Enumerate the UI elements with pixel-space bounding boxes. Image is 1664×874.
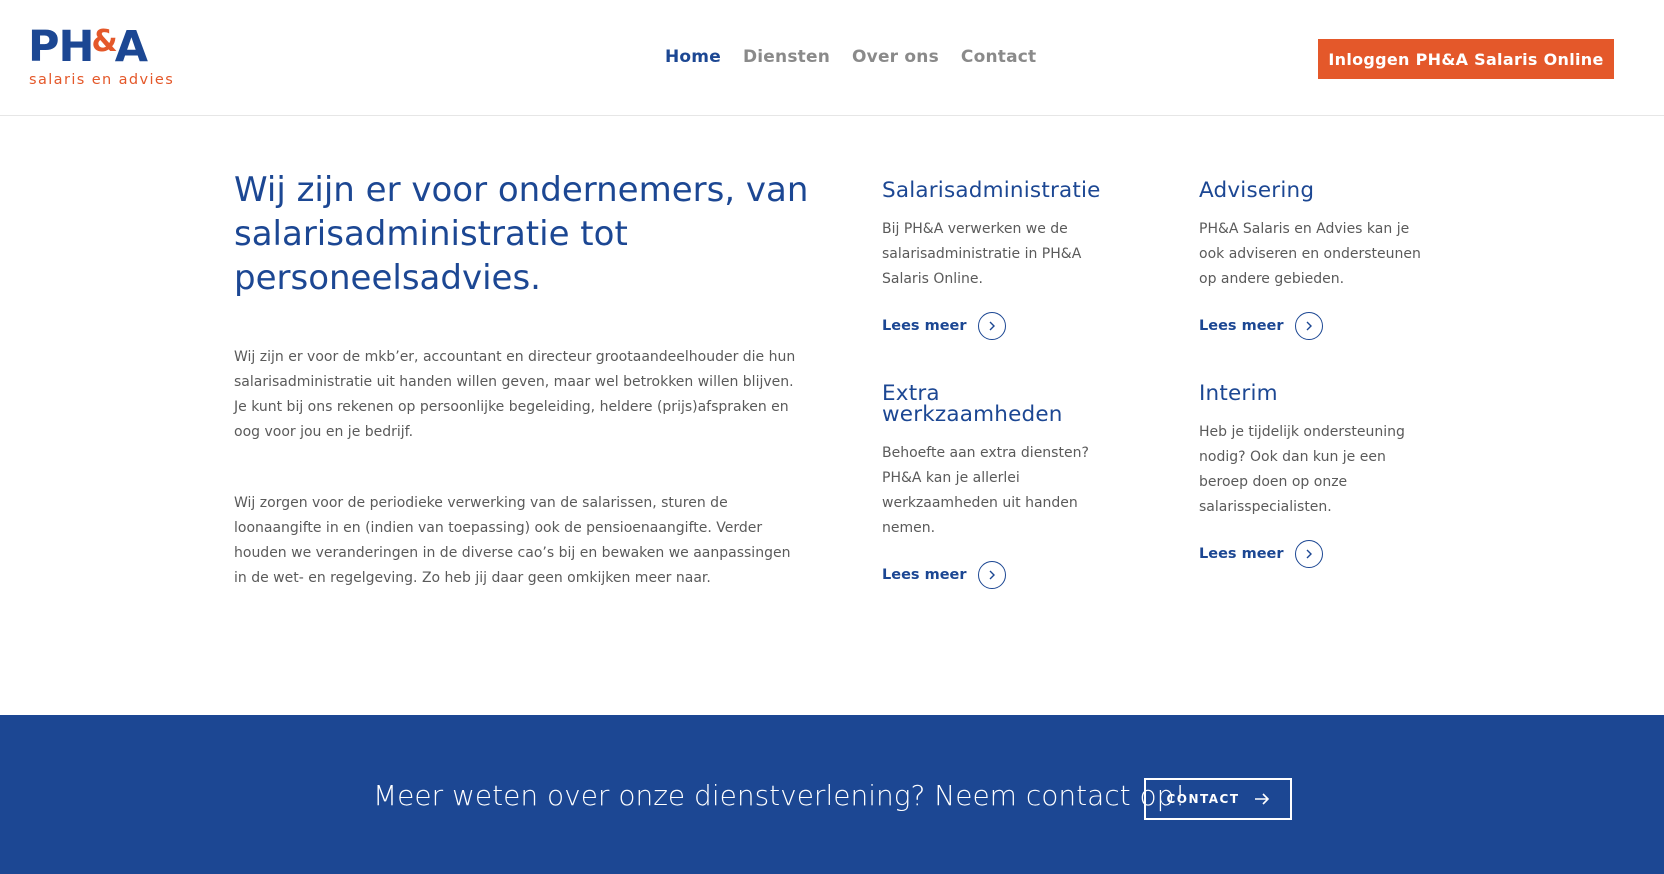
nav-diensten[interactable]: Diensten — [743, 47, 830, 67]
intro-paragraph-2: Wij zorgen voor de periodieke verwerking… — [234, 495, 791, 586]
lees-meer-label: Lees meer — [882, 318, 967, 334]
service-interim: Interim Heb je tijdelijk ondersteuning n… — [1199, 383, 1429, 568]
service-extra-werkzaamheden: Extra werkzaamheden Behoefte aan extra d… — [882, 383, 1112, 589]
intro-paragraph-1: Wij zijn er voor de mkb’er, accountant e… — [234, 349, 796, 440]
chevron-right-icon — [977, 312, 1006, 340]
logo-wordmark: PH&A — [28, 22, 148, 72]
nav-over-ons[interactable]: Over ons — [852, 47, 939, 67]
page-headline: Wij zijn er voor ondernemers, van salari… — [234, 170, 809, 298]
service-title: Extra werkzaamheden — [882, 381, 1063, 427]
service-title: Advisering — [1199, 178, 1315, 203]
lees-meer-link[interactable]: Lees meer — [1199, 540, 1429, 568]
lees-meer-link[interactable]: Lees meer — [882, 312, 1112, 340]
service-salarisadministratie: Salarisadministratie Bij PH&A verwerken … — [882, 180, 1112, 340]
service-text: Behoefte aan extra diensten? PH&A kan je… — [882, 445, 1089, 536]
site-header: PH&A salaris en advies Home Diensten Ove… — [0, 0, 1664, 116]
service-text: Heb je tijdelijk ondersteuning nodig? Oo… — [1199, 424, 1405, 515]
service-text: Bij PH&A verwerken we de salarisadminist… — [882, 221, 1082, 287]
login-button[interactable]: Inloggen PH&A Salaris Online — [1318, 39, 1614, 79]
chevron-right-icon — [1294, 312, 1323, 340]
lees-meer-label: Lees meer — [1199, 318, 1284, 334]
chevron-right-icon — [977, 561, 1006, 589]
cta-band: Meer weten over onze dienstverlening? Ne… — [0, 715, 1664, 874]
cta-text: Meer weten over onze dienstverlening? Ne… — [373, 779, 1186, 812]
nav-contact[interactable]: Contact — [961, 47, 1036, 67]
service-title: Interim — [1199, 381, 1278, 406]
lees-meer-label: Lees meer — [1199, 546, 1284, 562]
lees-meer-label: Lees meer — [882, 567, 967, 583]
logo[interactable]: PH&A salaris en advies — [28, 26, 188, 90]
arrow-right-icon — [1254, 793, 1269, 805]
chevron-right-icon — [1294, 540, 1323, 568]
contact-button[interactable]: CONTACT — [1144, 778, 1292, 820]
service-title: Salarisadministratie — [882, 178, 1101, 203]
main-nav: Home Diensten Over ons Contact — [665, 47, 1058, 67]
contact-button-label: CONTACT — [1166, 792, 1240, 806]
nav-home[interactable]: Home — [665, 47, 721, 67]
service-advisering: Advisering PH&A Salaris en Advies kan je… — [1199, 180, 1429, 340]
lees-meer-link[interactable]: Lees meer — [1199, 312, 1429, 340]
lees-meer-link[interactable]: Lees meer — [882, 561, 1112, 589]
logo-ampersand: & — [91, 24, 118, 59]
service-text: PH&A Salaris en Advies kan je ook advise… — [1199, 221, 1421, 287]
logo-tagline: salaris en advies — [29, 72, 175, 88]
